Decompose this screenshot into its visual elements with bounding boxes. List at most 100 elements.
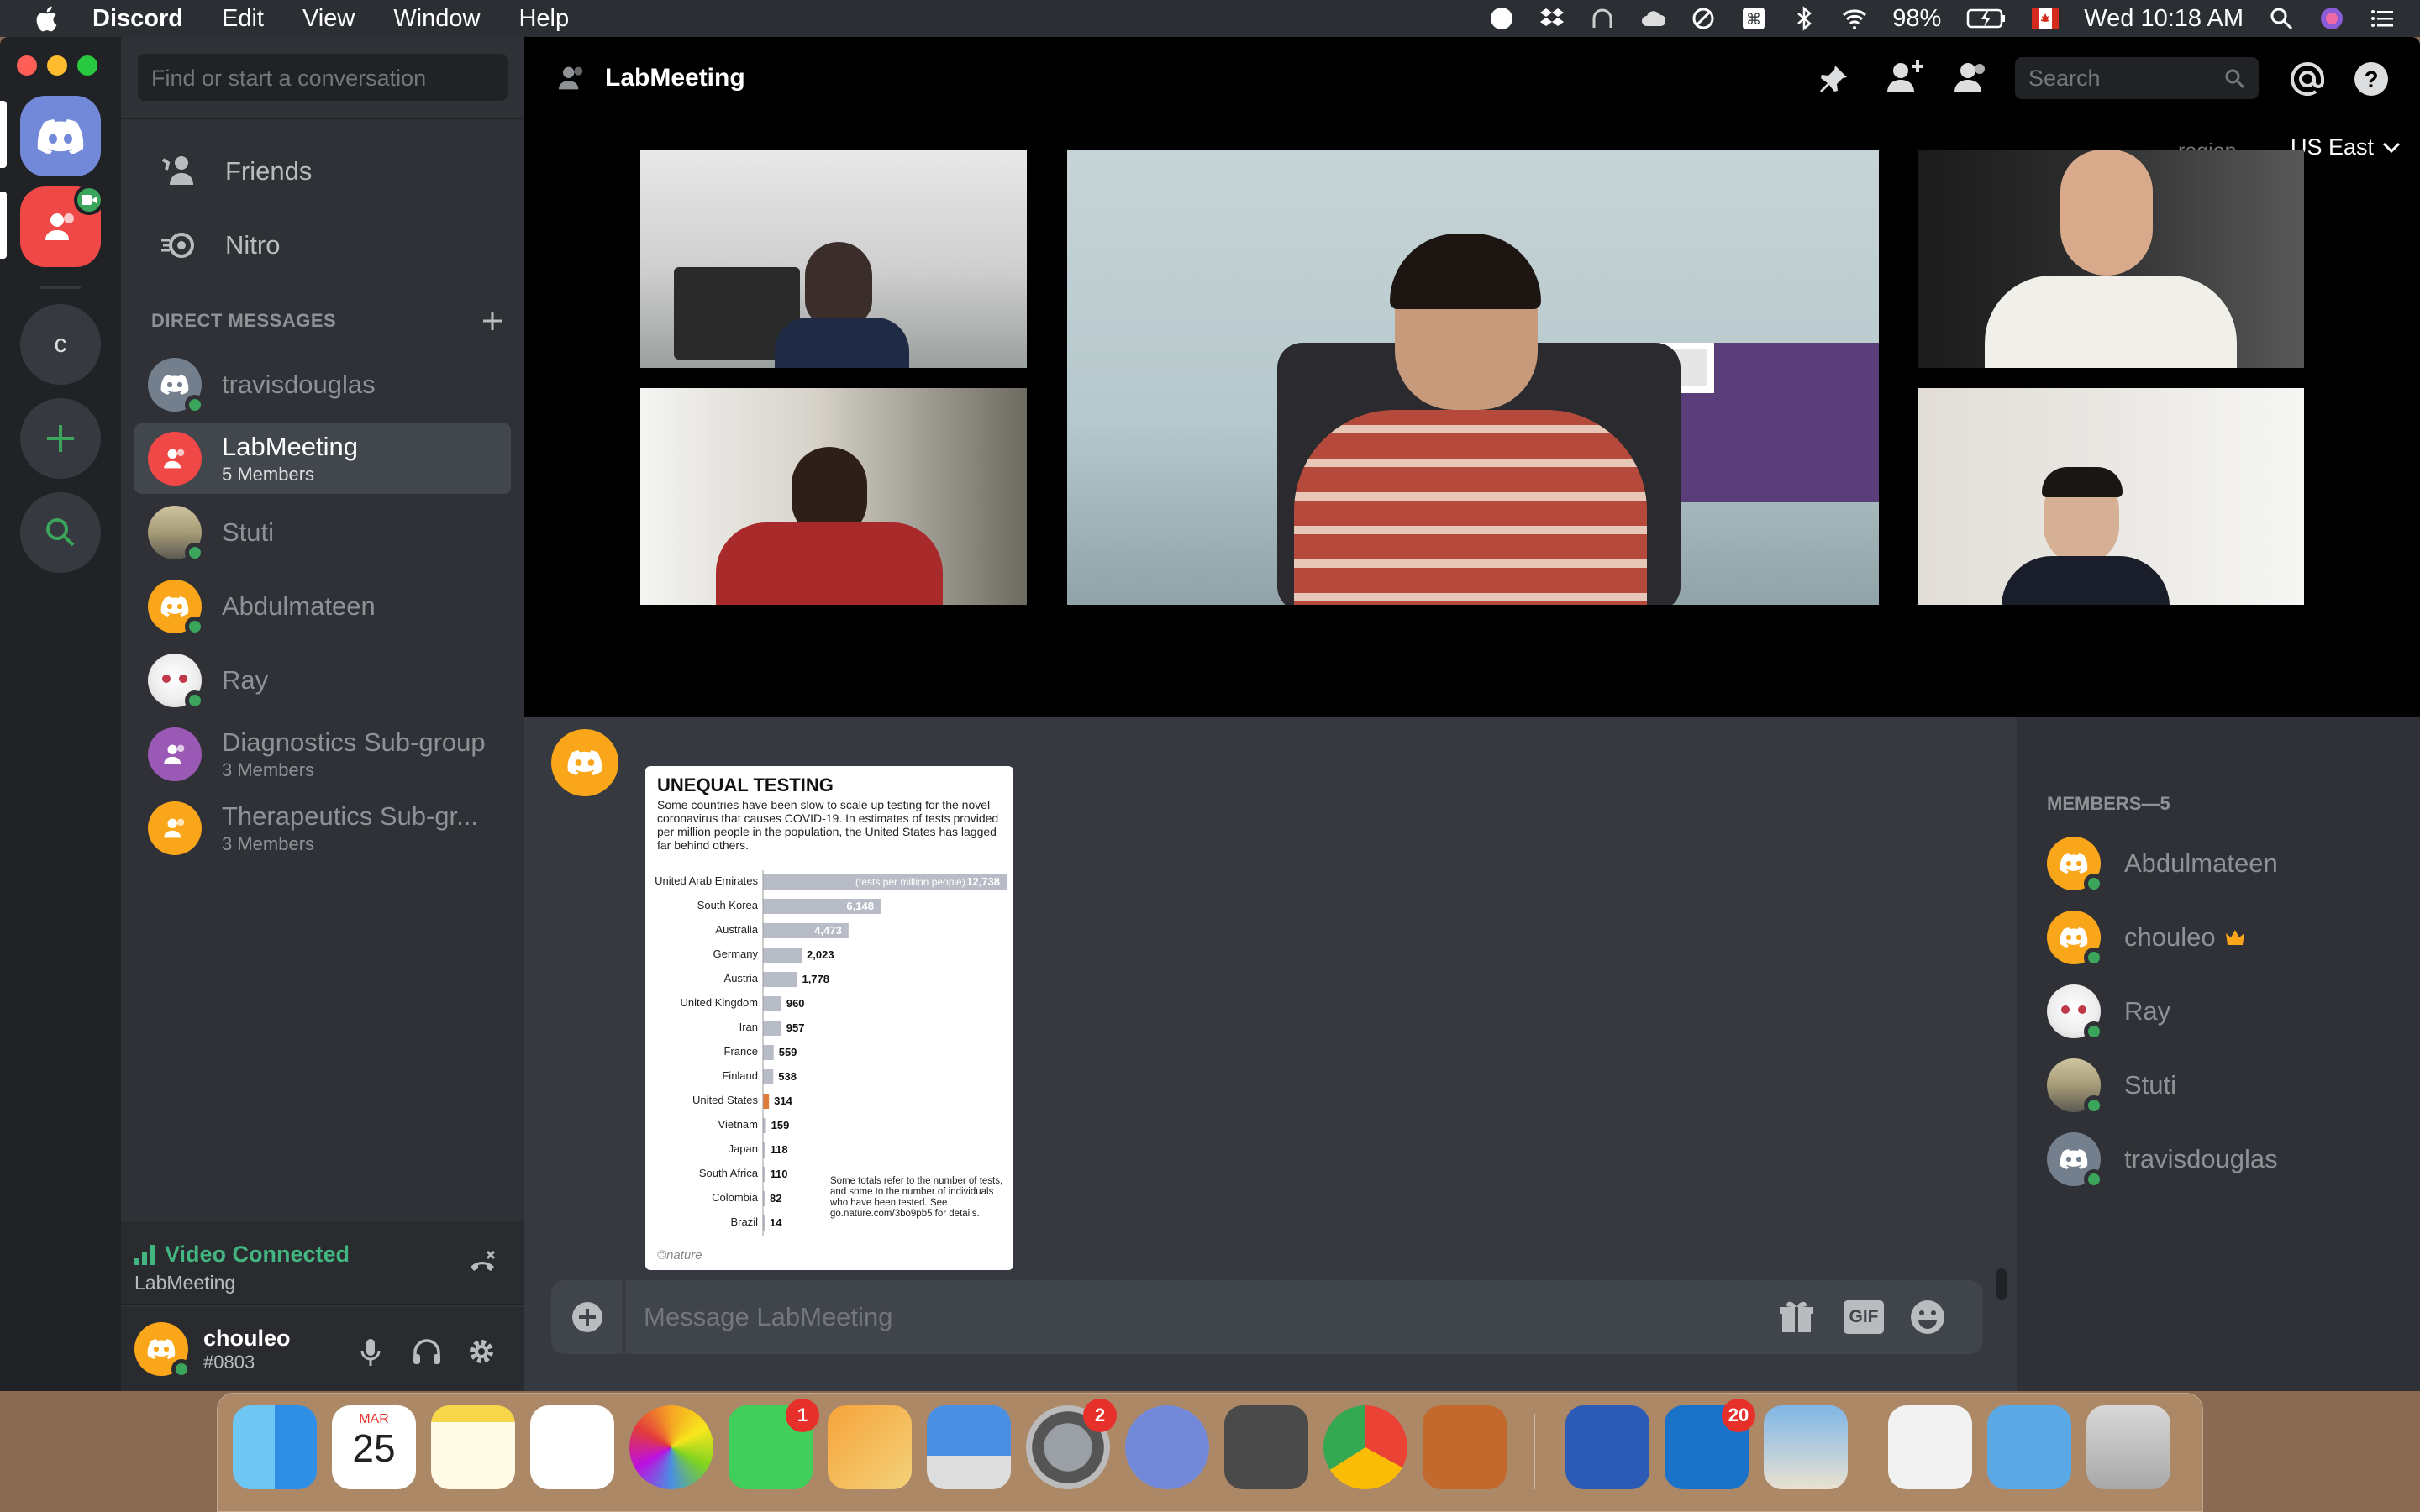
video-tile-active-speaker[interactable] bbox=[1067, 150, 1879, 605]
dm-stuti[interactable]: Stuti bbox=[134, 497, 511, 568]
labmeeting-guild-button[interactable] bbox=[20, 185, 104, 267]
add-server-button[interactable] bbox=[20, 398, 101, 479]
find-conversation-input[interactable]: Find or start a conversation bbox=[138, 54, 508, 101]
video-tile[interactable] bbox=[1918, 150, 2304, 368]
menu-window[interactable]: Window bbox=[393, 5, 480, 33]
pin-icon[interactable] bbox=[1817, 62, 1850, 96]
chrome-icon[interactable] bbox=[1323, 1405, 1407, 1489]
photos-icon[interactable] bbox=[629, 1405, 713, 1489]
add-friend-icon[interactable] bbox=[1886, 59, 1924, 96]
wifi-icon[interactable] bbox=[1842, 6, 1867, 31]
gif-button[interactable]: GIF bbox=[1844, 1300, 1884, 1334]
dm-abdulmateen[interactable]: Abdulmateen bbox=[134, 571, 511, 642]
dm-labmeeting[interactable]: LabMeeting 5 Members bbox=[134, 423, 511, 494]
friends-nav[interactable]: Friends bbox=[138, 138, 508, 205]
disconnect-call-icon[interactable] bbox=[466, 1248, 499, 1282]
system-preferences-icon[interactable]: 2 bbox=[1026, 1399, 1117, 1489]
emoji-icon[interactable] bbox=[1909, 1299, 1946, 1336]
video-tile[interactable] bbox=[640, 150, 1027, 368]
menu-help[interactable]: Help bbox=[518, 5, 569, 33]
member-name: Abdulmateen bbox=[2124, 848, 2278, 878]
member-travisdouglas[interactable]: travisdouglas bbox=[2047, 1126, 2278, 1193]
create-dm-icon[interactable] bbox=[481, 309, 504, 333]
reminders-icon[interactable] bbox=[530, 1405, 614, 1489]
finder-icon[interactable] bbox=[233, 1405, 317, 1489]
status-circle-icon[interactable] bbox=[1489, 6, 1514, 31]
sublime-text-icon[interactable] bbox=[1224, 1405, 1308, 1489]
dm-travisdouglas[interactable]: travisdouglas bbox=[134, 349, 511, 420]
minimize-window-button[interactable] bbox=[47, 55, 67, 76]
calendar-icon[interactable]: MAR 25 bbox=[332, 1405, 416, 1489]
facetime-icon[interactable]: 1 bbox=[729, 1399, 819, 1489]
apple-icon[interactable] bbox=[34, 4, 59, 33]
dm-therapeutics-subgroup[interactable]: Therapeutics Sub-gr... 3 Members bbox=[134, 793, 511, 864]
member-chouleo[interactable]: chouleo bbox=[2047, 904, 2246, 971]
cloud-icon[interactable] bbox=[1640, 6, 1666, 31]
no-sync-icon[interactable] bbox=[1691, 6, 1716, 31]
video-tile[interactable] bbox=[1918, 388, 2304, 605]
book-app-icon[interactable] bbox=[1423, 1405, 1507, 1489]
image-attachment[interactable]: UNEQUAL TESTING Some countries have been… bbox=[645, 766, 1013, 1270]
region-select[interactable]: US East bbox=[2291, 134, 2401, 160]
headphones-icon[interactable] bbox=[412, 1337, 442, 1366]
settings-gear-icon[interactable] bbox=[466, 1336, 497, 1368]
user-panel: chouleo #0803 bbox=[121, 1307, 524, 1391]
signal-bars-icon[interactable] bbox=[134, 1245, 156, 1265]
scrollbar-thumb[interactable] bbox=[1996, 1268, 2007, 1300]
close-window-button[interactable] bbox=[17, 55, 37, 76]
calendar-month: MAR bbox=[359, 1412, 389, 1426]
member-stuti[interactable]: Stuti bbox=[2047, 1052, 2176, 1119]
message-input[interactable]: Message LabMeeting bbox=[644, 1302, 892, 1332]
notification-center-icon[interactable] bbox=[2370, 6, 2395, 31]
battery-icon[interactable] bbox=[1966, 6, 2007, 31]
message-author-avatar[interactable] bbox=[551, 729, 618, 796]
zoom-window-button[interactable] bbox=[77, 55, 97, 76]
discord-logo-icon bbox=[37, 119, 84, 154]
discord-dock-icon[interactable] bbox=[1125, 1405, 1209, 1489]
notes-icon[interactable] bbox=[431, 1405, 515, 1489]
menu-bar: Discord Edit View Window Help ⌘ 98% Wed … bbox=[0, 0, 2420, 37]
bluetooth-icon[interactable] bbox=[1791, 6, 1817, 31]
member-ray[interactable]: Ray bbox=[2047, 978, 2170, 1045]
help-icon[interactable]: ? bbox=[2353, 60, 2390, 97]
folder-icon[interactable] bbox=[1987, 1405, 2071, 1489]
siri-icon[interactable] bbox=[2319, 6, 2344, 31]
word-icon[interactable] bbox=[1565, 1405, 1649, 1489]
spotlight-icon[interactable] bbox=[2269, 6, 2294, 31]
person-hair bbox=[2042, 467, 2123, 497]
gift-icon[interactable] bbox=[1778, 1299, 1815, 1336]
value-label: 12,738 bbox=[966, 875, 1000, 888]
menu-edit[interactable]: Edit bbox=[222, 5, 264, 33]
home-button[interactable] bbox=[20, 96, 101, 176]
upload-button[interactable] bbox=[551, 1280, 625, 1354]
canada-flag-icon[interactable] bbox=[2032, 8, 2060, 29]
microphone-icon[interactable] bbox=[358, 1337, 383, 1368]
nitro-nav[interactable]: Nitro bbox=[138, 212, 508, 279]
guild-c-button[interactable]: c bbox=[20, 304, 101, 385]
mentions-icon[interactable] bbox=[2289, 60, 2326, 97]
member-list-icon[interactable] bbox=[1949, 60, 1988, 96]
dm-ray[interactable]: Ray bbox=[134, 645, 511, 716]
voice-channel[interactable]: LabMeeting bbox=[134, 1272, 235, 1294]
explore-servers-button[interactable] bbox=[20, 492, 101, 573]
command-icon[interactable]: ⌘ bbox=[1741, 6, 1766, 31]
user-avatar[interactable] bbox=[134, 1322, 192, 1379]
outlook-icon[interactable]: 20 bbox=[1665, 1399, 1755, 1489]
preview-icon[interactable] bbox=[1764, 1405, 1848, 1489]
dm-diagnostics-subgroup[interactable]: Diagnostics Sub-group 3 Members bbox=[134, 719, 511, 790]
trash-icon[interactable] bbox=[2086, 1405, 2170, 1489]
dropbox-icon[interactable] bbox=[1539, 6, 1565, 31]
documents-icon[interactable] bbox=[1888, 1405, 1972, 1489]
app-menu[interactable]: Discord bbox=[92, 5, 183, 33]
menubar-clock[interactable]: Wed 10:18 AM bbox=[2084, 5, 2244, 33]
menu-view[interactable]: View bbox=[302, 5, 355, 33]
value-label: 1,778 bbox=[802, 973, 829, 985]
voice-status[interactable]: Video Connected bbox=[165, 1242, 350, 1268]
headphones-menu-icon[interactable] bbox=[1590, 6, 1615, 31]
video-tile[interactable] bbox=[640, 388, 1027, 605]
channel-search-input[interactable]: Search bbox=[2015, 57, 2259, 99]
member-abdulmateen[interactable]: Abdulmateen bbox=[2047, 830, 2278, 897]
pages-icon[interactable] bbox=[828, 1405, 912, 1489]
keynote-icon[interactable] bbox=[927, 1405, 1011, 1489]
member-name: chouleo bbox=[2124, 922, 2216, 952]
